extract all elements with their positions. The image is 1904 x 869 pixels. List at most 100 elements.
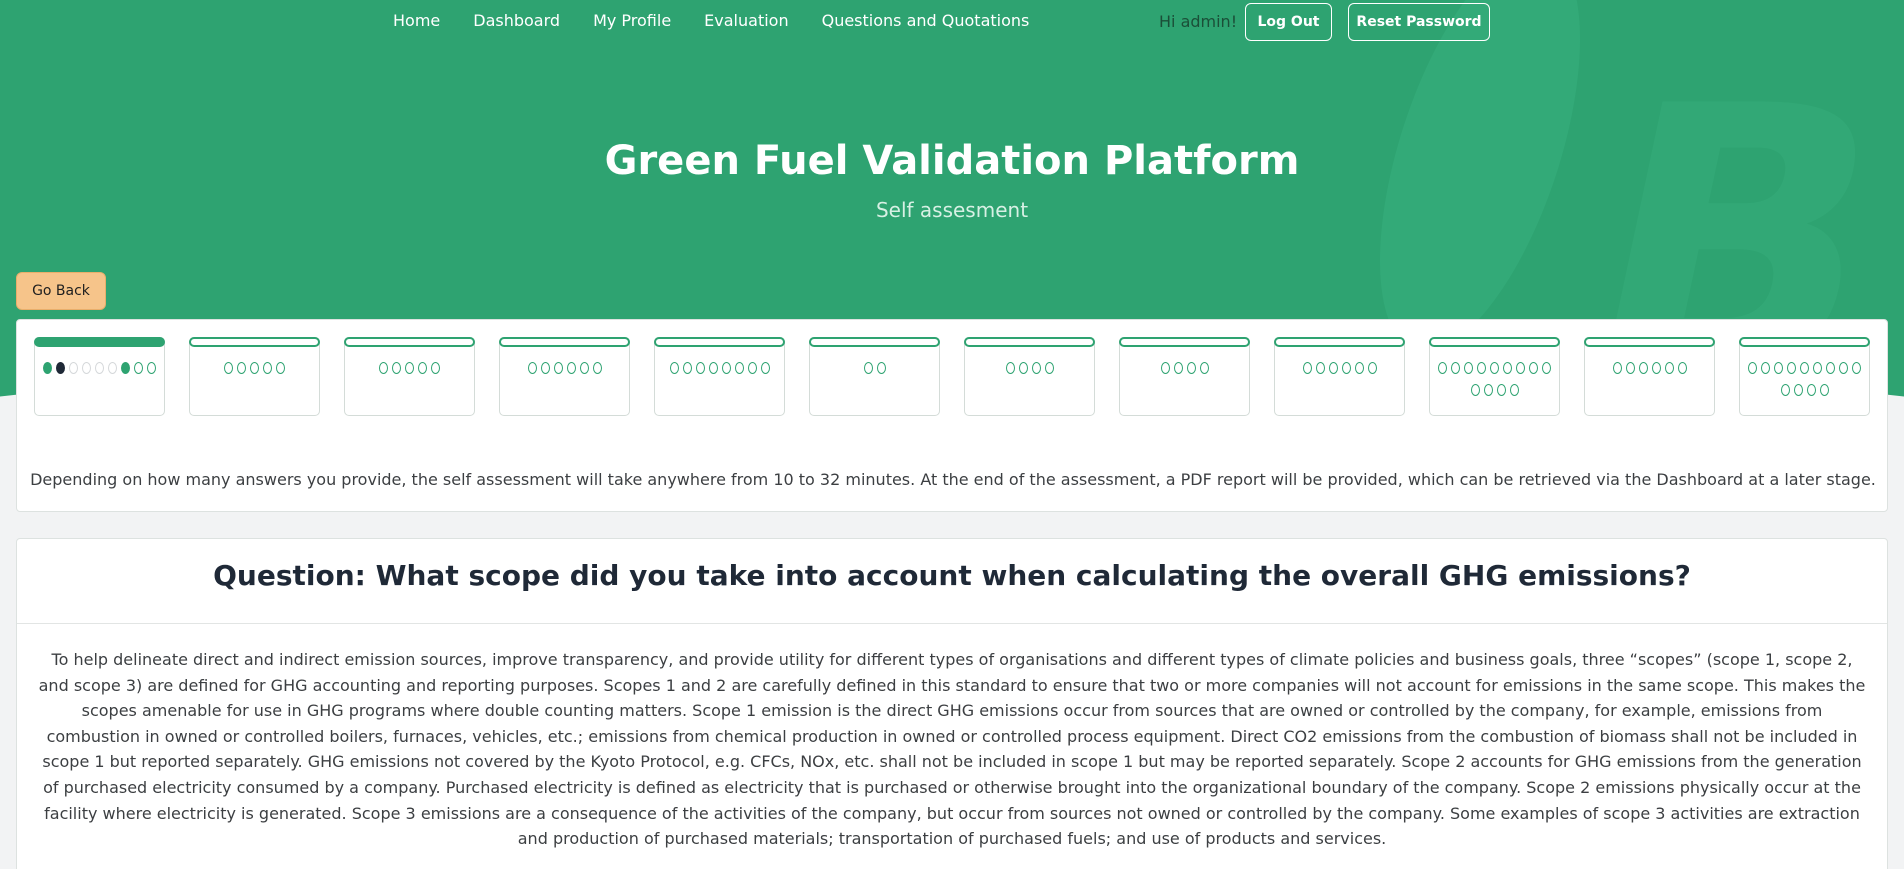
question-dot-open[interactable] xyxy=(1503,362,1512,374)
progress-section-11[interactable] xyxy=(1584,337,1715,416)
question-dot-open[interactable] xyxy=(1677,362,1687,374)
log-out-button[interactable]: Log Out xyxy=(1245,3,1332,41)
question-dot-open[interactable] xyxy=(1464,362,1473,374)
question-dot-open[interactable] xyxy=(1774,362,1783,374)
question-dot-open[interactable] xyxy=(224,362,233,374)
question-dot-open[interactable] xyxy=(1477,362,1486,374)
question-dot-open[interactable] xyxy=(1438,362,1447,374)
question-dot-open[interactable] xyxy=(1018,362,1028,374)
question-dot-open[interactable] xyxy=(1367,362,1377,374)
question-dot-open[interactable] xyxy=(147,362,156,374)
question-dot-open[interactable] xyxy=(1031,362,1041,374)
question-dot-open[interactable] xyxy=(1044,362,1054,374)
question-dot-open[interactable] xyxy=(1302,362,1312,374)
question-dot-open[interactable] xyxy=(1328,362,1338,374)
question-dot-open[interactable] xyxy=(695,362,705,374)
question-dot-open[interactable] xyxy=(527,362,537,374)
nav-link-questions-and-quotations[interactable]: Questions and Quotations xyxy=(822,11,1030,30)
progress-section-10[interactable] xyxy=(1429,337,1560,416)
question-dot-open[interactable] xyxy=(760,362,770,374)
question-dot-open[interactable] xyxy=(1005,362,1015,374)
question-dot-open[interactable] xyxy=(1800,362,1809,374)
question-dot-open[interactable] xyxy=(1612,362,1622,374)
progress-section-3[interactable] xyxy=(344,337,475,416)
question-dot-open[interactable] xyxy=(431,362,440,374)
question-dot-open[interactable] xyxy=(1748,362,1757,374)
question-dot-open[interactable] xyxy=(1490,362,1499,374)
question-dot-open[interactable] xyxy=(1664,362,1674,374)
question-dot-open[interactable] xyxy=(1638,362,1648,374)
question-dot-open[interactable] xyxy=(682,362,692,374)
nav-link-dashboard[interactable]: Dashboard xyxy=(473,11,560,30)
question-dot-open[interactable] xyxy=(250,362,259,374)
question-dot-open[interactable] xyxy=(1483,384,1493,396)
question-dot-open[interactable] xyxy=(1516,362,1525,374)
progress-section-2[interactable] xyxy=(189,337,320,416)
progress-section-6[interactable] xyxy=(809,337,940,416)
question-dot-open[interactable] xyxy=(734,362,744,374)
question-dot-open[interactable] xyxy=(1341,362,1351,374)
question-dot-open[interactable] xyxy=(708,362,718,374)
question-dot-open[interactable] xyxy=(1761,362,1770,374)
question-dot-open[interactable] xyxy=(553,362,563,374)
question-dot-open[interactable] xyxy=(1819,384,1829,396)
question-dot-open[interactable] xyxy=(1651,362,1661,374)
question-dot-open[interactable] xyxy=(1199,362,1209,374)
question-dot-open[interactable] xyxy=(1787,362,1796,374)
question-dot-filled[interactable] xyxy=(121,362,130,374)
progress-section-9[interactable] xyxy=(1274,337,1405,416)
question-dot-open[interactable] xyxy=(1813,362,1822,374)
question-dot-open[interactable] xyxy=(1793,384,1803,396)
question-dot-open[interactable] xyxy=(276,362,285,374)
question-dot-open[interactable] xyxy=(134,362,143,374)
question-dot-pending[interactable] xyxy=(69,362,78,374)
question-dot-open[interactable] xyxy=(1160,362,1170,374)
question-dot-current[interactable] xyxy=(56,362,65,374)
question-dot-open[interactable] xyxy=(1173,362,1183,374)
question-dot-open[interactable] xyxy=(1826,362,1835,374)
question-dot-open[interactable] xyxy=(1186,362,1196,374)
question-dot-open[interactable] xyxy=(263,362,272,374)
question-dot-open[interactable] xyxy=(1852,362,1861,374)
nav-link-home[interactable]: Home xyxy=(393,11,440,30)
question-dot-open[interactable] xyxy=(579,362,589,374)
go-back-button[interactable]: Go Back xyxy=(16,272,106,310)
question-dot-open[interactable] xyxy=(540,362,550,374)
question-dot-open[interactable] xyxy=(592,362,602,374)
progress-section-5[interactable] xyxy=(654,337,785,416)
progress-section-7[interactable] xyxy=(964,337,1095,416)
question-dot-open[interactable] xyxy=(1496,384,1506,396)
question-dot-open[interactable] xyxy=(418,362,427,374)
question-dot-open[interactable] xyxy=(1780,384,1790,396)
reset-password-button[interactable]: Reset Password xyxy=(1348,3,1490,41)
question-dot-open[interactable] xyxy=(405,362,414,374)
question-dot-open[interactable] xyxy=(1839,362,1848,374)
question-dot-open[interactable] xyxy=(379,362,388,374)
progress-section-8[interactable] xyxy=(1119,337,1250,416)
progress-section-4[interactable] xyxy=(499,337,630,416)
question-dot-open[interactable] xyxy=(1509,384,1519,396)
question-dot-open[interactable] xyxy=(1354,362,1364,374)
question-dot-pending[interactable] xyxy=(108,362,117,374)
question-dot-filled[interactable] xyxy=(43,362,52,374)
question-dot-open[interactable] xyxy=(876,362,886,374)
nav-link-evaluation[interactable]: Evaluation xyxy=(704,11,788,30)
question-dot-open[interactable] xyxy=(392,362,401,374)
question-dot-open[interactable] xyxy=(1451,362,1460,374)
question-dot-open[interactable] xyxy=(237,362,246,374)
question-dot-open[interactable] xyxy=(1315,362,1325,374)
question-dot-open[interactable] xyxy=(1806,384,1816,396)
progress-section-12[interactable] xyxy=(1739,337,1870,416)
question-dot-open[interactable] xyxy=(863,362,873,374)
question-dot-pending[interactable] xyxy=(82,362,91,374)
question-dot-open[interactable] xyxy=(1625,362,1635,374)
nav-link-my-profile[interactable]: My Profile xyxy=(593,11,671,30)
question-dot-open[interactable] xyxy=(1542,362,1551,374)
question-dot-open[interactable] xyxy=(669,362,679,374)
progress-section-1[interactable] xyxy=(34,337,165,416)
question-dot-open[interactable] xyxy=(747,362,757,374)
question-dot-open[interactable] xyxy=(566,362,576,374)
question-dot-open[interactable] xyxy=(1470,384,1480,396)
question-dot-open[interactable] xyxy=(1529,362,1538,374)
question-dot-pending[interactable] xyxy=(95,362,104,374)
